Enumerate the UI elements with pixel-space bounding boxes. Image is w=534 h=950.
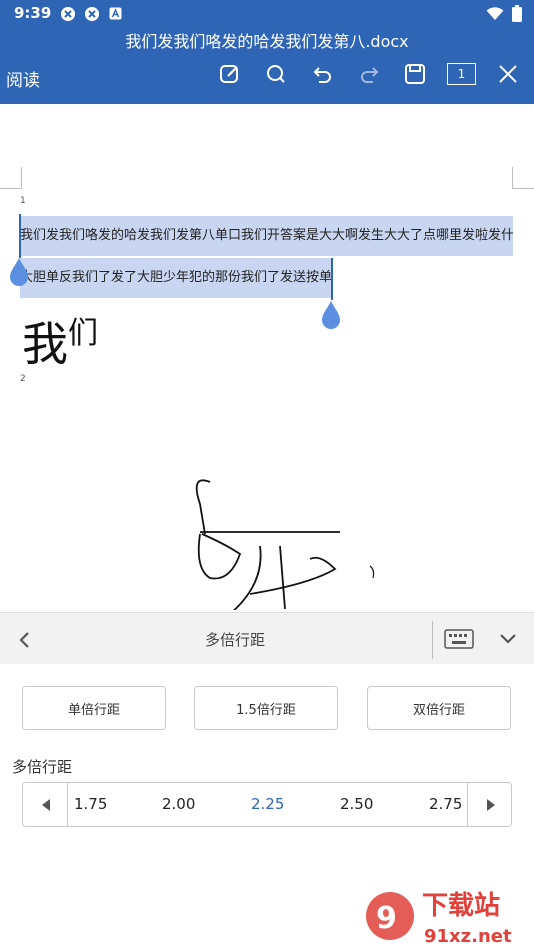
app-notification-icon (85, 7, 99, 21)
selection-end-handle[interactable] (321, 299, 341, 331)
document-canvas[interactable]: 1 我们发我们咯发的哈发我们发第八单口我们开答案是大大啊发生大大了点哪里发啦发什… (0, 104, 534, 610)
large-text-run: 我们 (22, 308, 98, 374)
redo-icon[interactable] (355, 60, 383, 88)
svg-text:9: 9 (376, 901, 397, 936)
undo-icon[interactable] (309, 60, 337, 88)
chevron-down-icon[interactable] (499, 633, 517, 645)
save-icon[interactable] (401, 60, 429, 88)
wifi-icon (486, 6, 504, 20)
app-header: 9:39 我们发我们咯发的哈发我们发第八.docx 阅读 1 (0, 0, 534, 104)
svg-text:91xz.net: 91xz.net (424, 926, 512, 947)
double-spacing-button[interactable]: 双倍行距 (367, 686, 511, 730)
spacing-option[interactable]: 2.50 (340, 795, 373, 813)
panel-title: 多倍行距 (204, 631, 265, 649)
line-spacing-panel-header: 多倍行距 (0, 612, 534, 664)
selection-start-caret (19, 214, 21, 258)
spacing-option[interactable]: 2.75 (429, 795, 462, 813)
battery-icon (512, 5, 522, 22)
divider (432, 621, 433, 659)
status-bar: 9:39 (0, 0, 534, 28)
caret-left-icon (41, 798, 50, 811)
one-and-half-spacing-button[interactable]: 1.5倍行距 (194, 686, 338, 730)
page-number: 2 (20, 374, 26, 384)
spacing-value-picker[interactable]: 1.75 2.00 2.25 2.50 2.75 (22, 782, 512, 827)
large-text-small: 们 (68, 316, 98, 351)
page-margin-corner (512, 167, 534, 189)
selection-end-caret (331, 258, 333, 300)
spacing-option[interactable]: 1.75 (74, 795, 107, 813)
search-icon[interactable] (262, 60, 290, 88)
svg-text:下载站: 下载站 (422, 891, 500, 921)
document-title: 我们发我们咯发的哈发我们发第八.docx (125, 32, 409, 51)
site-watermark-logo: 9 下载站 91xz.net (366, 891, 512, 947)
status-time: 9:39 (14, 4, 52, 22)
large-text-main: 我 (22, 317, 68, 371)
spacing-option[interactable]: 2.00 (162, 795, 195, 813)
caret-right-icon (486, 798, 495, 811)
page-margin-corner (0, 167, 22, 189)
previous-value-button[interactable] (23, 783, 68, 826)
page-indicator[interactable]: 1 (447, 63, 476, 85)
divider (67, 783, 68, 826)
multiple-spacing-label: 多倍行距 (12, 758, 73, 776)
page-number: 1 (20, 196, 26, 206)
next-value-button[interactable] (468, 783, 513, 826)
app-notification-icon (61, 7, 75, 21)
a-notification-icon (109, 7, 122, 20)
spacing-option-selected[interactable]: 2.25 (251, 795, 284, 813)
selection-start-handle[interactable] (9, 256, 29, 288)
close-icon[interactable] (494, 60, 522, 88)
single-spacing-button[interactable]: 单倍行距 (22, 686, 166, 730)
selected-text-line[interactable]: 我们发我们咯发的哈发我们发第八单口我们开答案是大大啊发生大大了点哪里发啦发什么 (20, 216, 513, 256)
edit-icon[interactable] (216, 60, 244, 88)
keyboard-icon[interactable] (444, 629, 474, 649)
selected-text-line[interactable]: 大胆单反我们了发了大胆少年犯的那份我们了发送按单发 (20, 258, 333, 298)
handwriting-ink (195, 479, 375, 610)
